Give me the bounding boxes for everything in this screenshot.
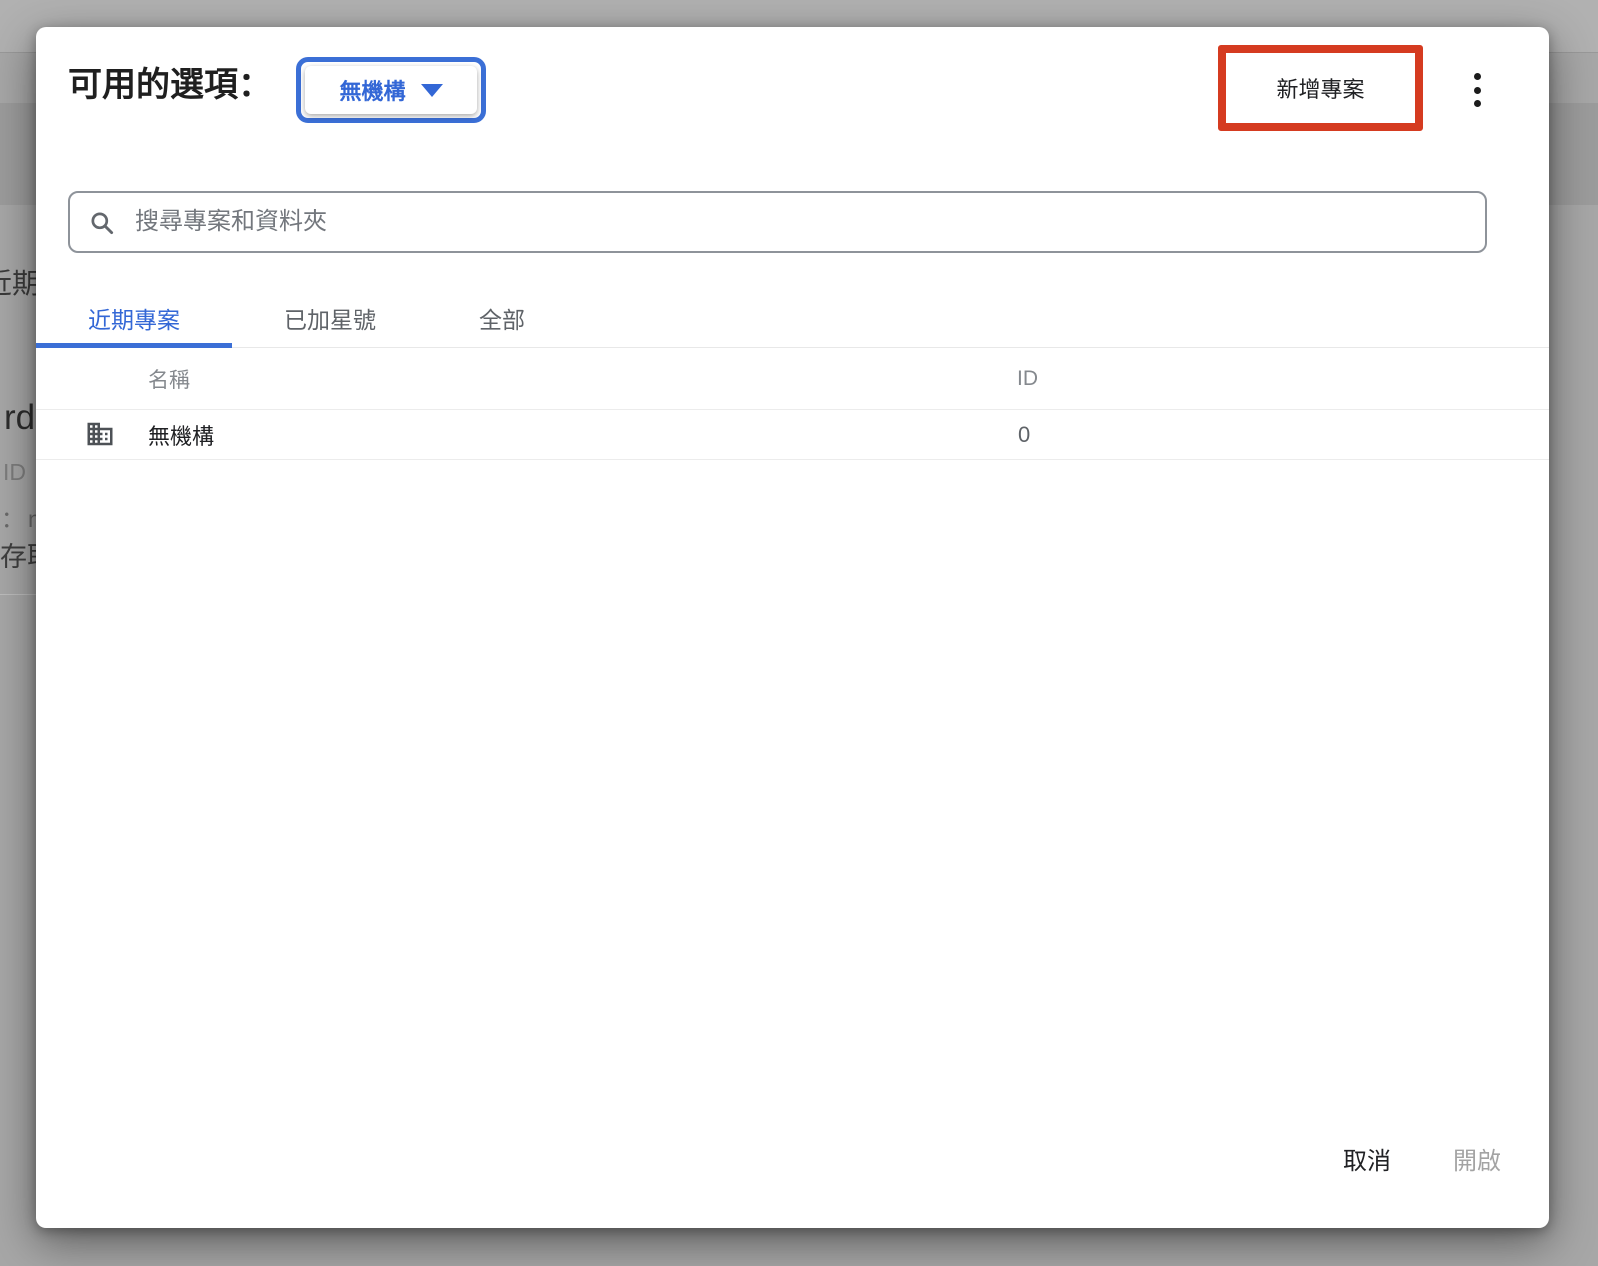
tab-label: 近期專案	[88, 306, 180, 333]
tab-all[interactable]: 全部	[428, 288, 576, 347]
dot	[1473, 100, 1481, 107]
more-options-icon[interactable]	[1469, 73, 1485, 107]
row-project-name: 無機構	[148, 424, 215, 449]
search-input[interactable]	[133, 207, 1467, 237]
background-id-label: ID	[3, 459, 26, 485]
background-left-strip: 近期專案 rd- ID ：n 存取	[0, 0, 36, 1266]
organization-icon	[87, 422, 113, 446]
background-id-value-fragment: ：n	[1, 506, 36, 532]
new-project-button[interactable]: 新增專案	[1226, 53, 1415, 123]
new-project-highlight-box: 新增專案	[1218, 45, 1423, 131]
dialog-title: 可用的選項：	[68, 66, 272, 104]
tab-label: 已加星號	[284, 306, 376, 333]
search-field[interactable]	[68, 191, 1487, 253]
tab-label: 全部	[479, 306, 525, 333]
open-button[interactable]: 開啟	[1435, 1131, 1519, 1186]
search-icon	[91, 211, 114, 234]
row-project-id: 0	[1018, 422, 1031, 447]
dot	[1473, 86, 1481, 94]
table-row[interactable]: 無機構 0	[36, 410, 1549, 460]
dot	[1473, 73, 1481, 80]
background-recent-heading: 近期專案	[0, 268, 36, 299]
project-picker-dialog: 可用的選項： 無機構 新增專案 近期專案 已加星號 全部 名稱	[36, 27, 1549, 1228]
dialog-footer: 取消 開啟	[1325, 1131, 1519, 1186]
column-header-name: 名稱	[148, 369, 190, 392]
tab-recent-projects[interactable]: 近期專案	[36, 288, 232, 348]
organization-dropdown-label: 無機構	[339, 79, 406, 104]
column-header-id: ID	[1017, 367, 1038, 390]
background-access-label: 存取	[0, 542, 36, 572]
dropdown-caret-icon	[420, 83, 443, 97]
cancel-button[interactable]: 取消	[1325, 1131, 1409, 1186]
background-project-name-fragment: rd-	[4, 398, 36, 437]
tab-starred[interactable]: 已加星號	[232, 288, 428, 347]
table-header: 名稱 ID	[36, 348, 1549, 410]
org-selector-highlight-box: 無機構	[296, 57, 486, 123]
background-divider	[0, 594, 36, 595]
organization-dropdown[interactable]: 無機構	[305, 66, 477, 114]
tab-bar: 近期專案 已加星號 全部	[36, 288, 1549, 348]
